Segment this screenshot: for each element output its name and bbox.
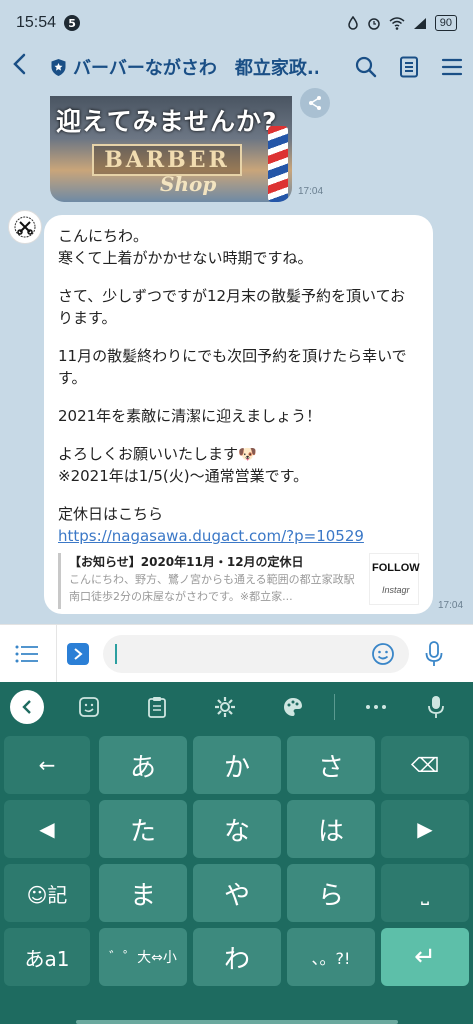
status-icons: 90 <box>347 15 457 31</box>
scissors-icon <box>14 216 36 238</box>
status-time: 15:54 <box>16 14 57 31</box>
message-paragraph: 定休日はこちら <box>58 505 164 523</box>
image-message-time: 17:04 <box>298 186 324 197</box>
link-preview-text: 【お知らせ】2020年11月・12月の定休日 こんにちわ、野方、鷺ノ宮からも通え… <box>69 553 363 609</box>
key-punctuation[interactable]: 、。?! <box>287 928 375 986</box>
message-input-bar <box>0 624 473 683</box>
key-ma[interactable]: ま <box>99 864 187 922</box>
expand-button[interactable] <box>67 642 89 665</box>
key-mode-switch[interactable]: あa1 <box>4 928 90 986</box>
list-menu-icon[interactable] <box>10 645 44 663</box>
key-right[interactable]: ▶ <box>381 800 469 858</box>
theme-tool[interactable] <box>270 696 316 718</box>
input-divider <box>56 624 57 683</box>
key-wa[interactable]: わ <box>193 928 281 986</box>
gear-icon <box>215 697 235 717</box>
search-icon[interactable] <box>355 56 377 78</box>
keyboard-collapse-button[interactable] <box>10 690 44 724</box>
link-preview-title: 【お知らせ】2020年11月・12月の定休日 <box>69 555 304 569</box>
toolbar-separator <box>334 694 335 720</box>
key-ya[interactable]: や <box>193 864 281 922</box>
text-message-bubble[interactable]: こんにちわ。 寒くて上着がかかせない時期ですね。 さて、少しずつですが12月末の… <box>44 215 433 614</box>
key-left[interactable]: ◀ <box>4 800 90 858</box>
message-paragraph: こんにちわ。 寒くて上着がかかせない時期ですね。 <box>58 227 313 267</box>
key-ka[interactable]: か <box>193 736 281 794</box>
share-button[interactable] <box>300 88 330 118</box>
chevron-right-icon <box>74 647 83 660</box>
note-icon[interactable] <box>399 56 419 78</box>
barber-logo-text: BARBER <box>104 147 230 173</box>
water-drop-icon <box>347 16 358 30</box>
notification-badge: 5 <box>64 15 81 31</box>
key-enter[interactable]: ↵ <box>381 928 469 986</box>
more-tool[interactable] <box>353 704 399 710</box>
microphone-icon <box>428 696 444 718</box>
home-indicator <box>76 1020 398 1024</box>
alarm-icon <box>368 18 380 30</box>
share-icon <box>309 96 321 110</box>
keyboard-toolbar <box>0 682 473 732</box>
key-backspace[interactable]: ⌫ <box>381 736 469 794</box>
key-ta[interactable]: た <box>99 800 187 858</box>
menu-icon[interactable] <box>441 57 463 77</box>
thumbnail-text-instagram: Instagr <box>382 585 410 595</box>
message-link[interactable]: https://nagasawa.dugact.com/?p=10529 <box>58 527 364 545</box>
text-caret <box>115 643 117 664</box>
message-paragraph: さて、少しずつですが12月末の散髪予約を頂いております。 <box>58 287 406 327</box>
link-preview[interactable]: 【お知らせ】2020年11月・12月の定休日 こんにちわ、野方、鷺ノ宮からも通え… <box>58 553 420 609</box>
key-ra[interactable]: ら <box>287 864 375 922</box>
image-banner-text: 迎えてみませんか? <box>56 107 278 136</box>
palette-icon <box>284 698 302 716</box>
key-emoji-symbol[interactable]: ☺記 <box>4 864 90 922</box>
microphone-icon[interactable] <box>425 640 443 667</box>
more-icon <box>366 705 386 709</box>
key-space[interactable]: ⎵ <box>381 864 469 922</box>
clipboard-tool[interactable] <box>134 696 180 718</box>
shop-logo-text: Shop <box>160 172 217 196</box>
chevron-left-icon <box>22 700 31 714</box>
status-bar: 15:54 5 90 <box>0 0 473 46</box>
clipboard-icon <box>148 697 166 718</box>
key-dakuten[interactable]: ゛゜大⇔小 <box>99 928 187 986</box>
sticker-icon <box>79 697 99 717</box>
text-message-time: 17:04 <box>438 600 464 611</box>
message-paragraph: 11月の散髪終わりにでも次回予約を頂けたら幸いです。 <box>58 347 407 387</box>
image-message[interactable]: 迎えてみませんか? BARBER Shop <box>50 96 292 202</box>
key-na[interactable]: な <box>193 800 281 858</box>
message-input[interactable] <box>103 634 409 673</box>
keyboard: ← あ か さ ⌫ ◀ た な は ▶ ☺記 ま や ら ⎵ あa1 ゛゜大⇔小… <box>0 682 473 1024</box>
barber-pole <box>268 126 288 202</box>
key-a[interactable]: あ <box>99 736 187 794</box>
battery-indicator: 90 <box>434 15 457 31</box>
shield-icon <box>51 58 66 76</box>
link-preview-description: こんにちわ、野方、鷺ノ宮からも通える範囲の都立家政駅南口徒歩2分の床屋ながさわで… <box>69 573 355 603</box>
avatar[interactable] <box>8 210 42 244</box>
chat-title[interactable]: バーバーながさわ 都立家政... <box>73 54 318 80</box>
emoji-icon[interactable] <box>371 642 395 666</box>
header-icons <box>355 56 463 78</box>
chat-area[interactable]: 迎えてみませんか? BARBER Shop 17:04 こんにちわ。 寒くて上着… <box>0 88 473 624</box>
voice-tool[interactable] <box>413 695 459 719</box>
message-paragraph: よろしくお願いいたします🐶 ※2021年は1/5(火)〜通常営業です。 <box>58 445 309 485</box>
chevron-left-icon[interactable] <box>10 52 38 82</box>
settings-tool[interactable] <box>202 696 248 718</box>
key-undo[interactable]: ← <box>4 736 90 794</box>
key-ha[interactable]: は <box>287 800 375 858</box>
message-paragraph: 2021年を素敵に清潔に迎えましょう！ <box>58 407 322 425</box>
thumbnail-text-follow: FOLLOW <box>372 562 420 574</box>
signal-icon <box>413 17 426 29</box>
chat-header: バーバーながさわ 都立家政... <box>0 46 473 88</box>
wifi-icon <box>389 16 405 30</box>
key-sa[interactable]: さ <box>287 736 375 794</box>
sticker-tool[interactable] <box>66 696 112 718</box>
link-preview-thumbnail: FOLLOW Instagr <box>369 553 420 605</box>
